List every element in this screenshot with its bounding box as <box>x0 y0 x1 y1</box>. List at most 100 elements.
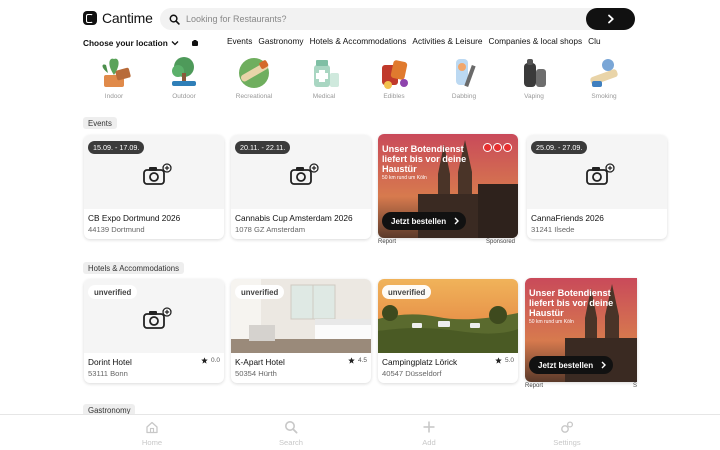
ad-headline: Unser Botendienst liefert bis vor deine … <box>529 288 614 318</box>
rating-value: 4.5 <box>357 357 367 364</box>
category-nav: Choose your location Events Gastronomy H… <box>0 36 632 50</box>
ad-sponsored-label: S <box>633 383 638 389</box>
search-input[interactable]: Looking for Restaurants? <box>186 14 287 24</box>
ad-subtext: 50 km rund um Köln <box>529 319 574 325</box>
chevron-right-icon <box>601 361 607 369</box>
category-label: Medical <box>312 93 336 100</box>
sponsored-ad[interactable]: Unser Botendienst liefert bis vor deine … <box>378 134 518 238</box>
search-bar[interactable]: Looking for Restaurants? <box>160 8 635 30</box>
category-outdoor[interactable]: Outdoor <box>154 55 214 100</box>
brand-name: Cantime <box>102 10 153 26</box>
nav-item-activities[interactable]: Activities & Leisure <box>412 36 482 46</box>
ad-partner-logos <box>483 143 512 152</box>
card-address: 40547 Düsseldorf <box>382 369 442 378</box>
ad-report-link[interactable]: Report <box>525 383 543 389</box>
smoking-icon <box>584 55 624 91</box>
ad-sponsored-label: Sponsored <box>486 239 516 245</box>
category-recreational[interactable]: Recreational <box>224 55 284 100</box>
ad-headline: Unser Botendienst liefert bis vor deine … <box>382 144 467 174</box>
ad-report-link[interactable]: Report <box>378 239 396 245</box>
nav-item-events[interactable]: Events <box>227 36 252 46</box>
card-address: 44139 Dortmund <box>88 225 145 234</box>
indoor-plant-icon <box>94 55 134 91</box>
rating-value: 0.0 <box>210 357 220 364</box>
ad-order-button[interactable]: Jetzt bestellen <box>382 212 467 230</box>
star-icon <box>201 357 208 364</box>
card-title: CannaFriends 2026 <box>531 213 604 223</box>
add-photo-icon <box>290 163 319 185</box>
hotel-card[interactable]: unverified Dorint Hotel 53111 Bonn 0.0 <box>84 279 224 383</box>
vape-icon <box>514 55 554 91</box>
bottom-nav-label: Settings <box>553 438 581 447</box>
nav-item-hotels[interactable]: Hotels & Accommodations <box>310 36 407 46</box>
card-address: 31241 Ilsede <box>531 225 575 234</box>
bottom-nav-search[interactable]: Search <box>261 419 321 447</box>
header: Cantime Looking for Restaurants? <box>0 0 720 38</box>
hotel-card[interactable]: unverified Campingplatz Lörick 40547 Düs… <box>378 279 518 383</box>
category-label: Dabbing <box>451 93 477 100</box>
ad-order-button[interactable]: Jetzt bestellen <box>529 356 614 374</box>
search-icon <box>261 419 321 435</box>
bottom-navigation: Home Search Add Settings <box>0 414 720 450</box>
event-card[interactable]: 15.09. - 17.09. CB Expo Dortmund 2026 44… <box>84 135 224 239</box>
category-dabbing[interactable]: Dabbing <box>434 55 494 100</box>
card-title: Dorint Hotel <box>88 357 132 367</box>
category-indoor[interactable]: Indoor <box>84 55 144 100</box>
category-edibles[interactable]: Edibles <box>364 55 424 100</box>
event-card[interactable]: 25.09. - 27.09. CannaFriends 2026 31241 … <box>527 135 667 239</box>
category-medical[interactable]: Medical <box>294 55 354 100</box>
bottom-nav-home[interactable]: Home <box>122 419 182 447</box>
star-icon <box>348 357 355 364</box>
card-title: Cannabis Cup Amsterdam 2026 <box>235 213 353 223</box>
search-submit-button[interactable] <box>586 8 635 30</box>
brand-logo[interactable]: Cantime <box>83 10 153 26</box>
add-photo-icon <box>586 163 615 185</box>
chevron-right-icon <box>607 14 614 24</box>
location-label: Choose your location <box>83 37 168 48</box>
rating: 5.0 <box>495 357 514 364</box>
ad-button-label: Jetzt bestellen <box>538 360 594 370</box>
bottom-nav-label: Search <box>278 438 304 447</box>
outdoor-tree-icon <box>164 55 204 91</box>
location-selector[interactable]: Choose your location <box>83 38 199 48</box>
card-address: 53111 Bonn <box>88 369 128 378</box>
nav-item-companies[interactable]: Companies & local shops <box>489 36 583 46</box>
bottom-nav-settings[interactable]: Settings <box>537 419 597 447</box>
hotel-card[interactable]: unverified K-Apart Hotel 50354 Hürth 4.5 <box>231 279 371 383</box>
category-label: Edibles <box>383 93 405 100</box>
nav-item-clubs[interactable]: Clu <box>588 36 600 46</box>
section-title-hotels: Hotels & Accommodations <box>83 262 185 274</box>
logo-icon <box>83 11 97 25</box>
chevron-down-icon <box>171 40 179 45</box>
home-icon <box>122 419 182 435</box>
card-address: 1078 GZ Amsterdam <box>235 225 306 234</box>
category-label: Vaping <box>524 93 544 100</box>
category-smoking[interactable]: Smoking <box>574 55 634 100</box>
card-title: K-Apart Hotel <box>235 357 285 367</box>
sponsored-ad[interactable]: Unser Botendienst liefert bis vor deine … <box>525 278 637 382</box>
card-title: Campingplatz Lörick <box>382 357 458 367</box>
event-card[interactable]: 20.11. - 22.11. Cannabis Cup Amsterdam 2… <box>231 135 371 239</box>
date-badge: 25.09. - 27.09. <box>531 141 588 154</box>
nav-item-gastronomy[interactable]: Gastronomy <box>258 36 303 46</box>
bottom-nav-add[interactable]: Add <box>399 419 459 447</box>
category-label: Recreational <box>235 93 273 100</box>
date-badge: 20.11. - 22.11. <box>235 141 291 154</box>
category-label: Outdoor <box>172 93 196 100</box>
chevron-right-icon <box>454 217 460 225</box>
add-photo-icon <box>143 163 172 185</box>
card-title: CB Expo Dortmund 2026 <box>88 213 181 223</box>
joint-icon <box>234 55 274 91</box>
star-icon <box>495 357 502 364</box>
rating: 0.0 <box>201 357 220 364</box>
map-icon <box>191 39 198 46</box>
edibles-icon <box>374 55 414 91</box>
add-photo-icon <box>143 307 172 329</box>
section-title-events: Events <box>83 117 117 129</box>
dabbing-icon <box>444 55 484 91</box>
rating-value: 5.0 <box>504 357 514 364</box>
bottom-nav-label: Add <box>422 438 436 447</box>
verification-badge: unverified <box>88 285 138 299</box>
category-vaping[interactable]: Vaping <box>504 55 564 100</box>
search-icon <box>163 8 185 30</box>
